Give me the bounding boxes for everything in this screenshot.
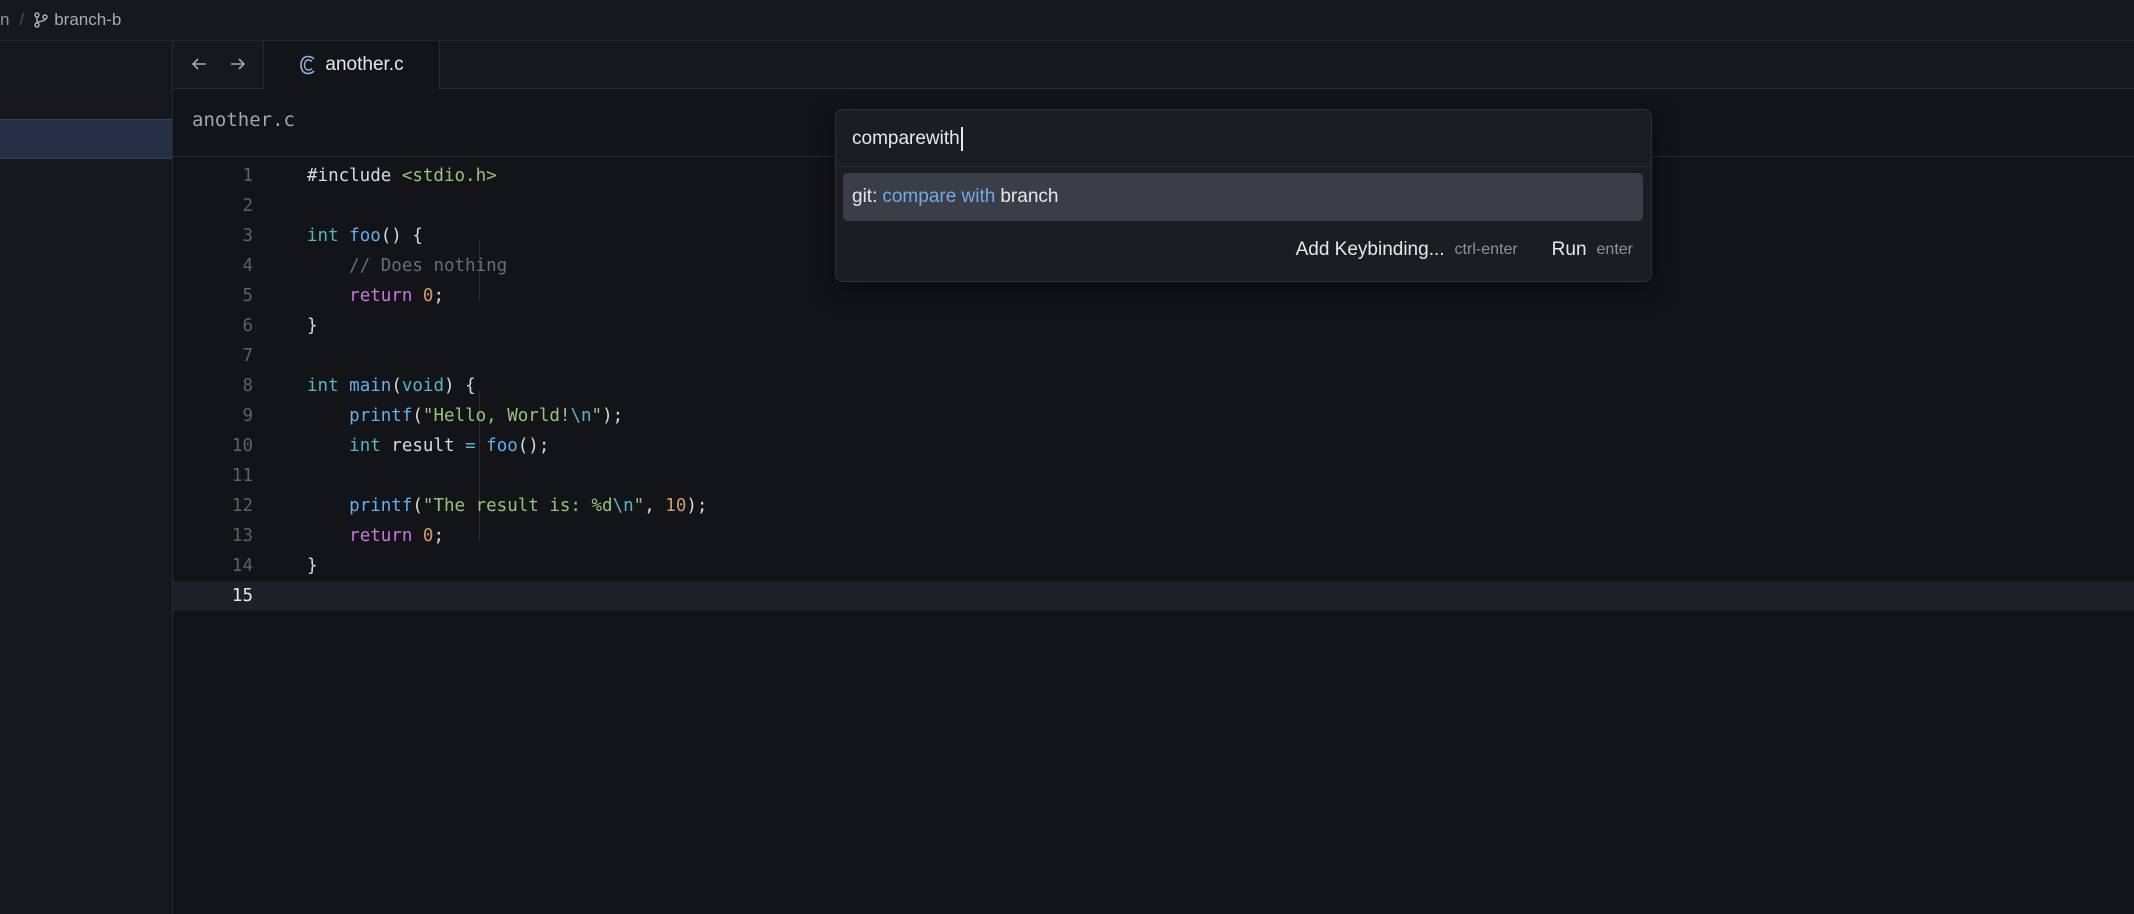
command-palette: comparewith git: compare with branch Add… — [835, 109, 1652, 282]
code-line: 8 int main(void) { — [173, 371, 2134, 401]
palette-result-item[interactable]: git: compare with branch — [843, 173, 1643, 221]
run-button[interactable]: Run — [1552, 239, 1587, 261]
result-suffix: branch — [1000, 186, 1059, 207]
code-line: 7 — [173, 341, 2134, 371]
palette-query-text: comparewith — [852, 128, 960, 149]
result-prefix: git: — [852, 186, 878, 207]
forward-button[interactable] — [225, 51, 251, 77]
code-line-active: 15 — [173, 581, 2134, 611]
code-text: } — [307, 556, 318, 576]
back-button[interactable] — [186, 51, 212, 77]
palette-input[interactable]: comparewith — [852, 124, 963, 154]
code-text: } — [307, 316, 318, 336]
git-branch-icon — [34, 12, 48, 28]
code-text: int main(void) { — [307, 376, 476, 396]
selected-entry[interactable] — [0, 119, 172, 159]
tab-another-c[interactable]: another.c — [263, 41, 440, 89]
project-name[interactable]: n — [0, 10, 9, 30]
result-match-highlight: compare with — [882, 186, 996, 207]
run-shortcut: enter — [1596, 241, 1633, 258]
line-number: 4 — [242, 256, 253, 276]
code-text: return 0; — [349, 526, 445, 546]
code-text: printf("Hello, World!\n"); — [349, 406, 624, 426]
arrow-right-icon — [231, 58, 246, 70]
line-number: 11 — [231, 466, 253, 486]
code-text: // Does nothing — [349, 256, 508, 276]
breadcrumb-separator: / — [19, 10, 25, 29]
line-number: 1 — [242, 166, 253, 186]
tab-bar: another.c — [173, 41, 2134, 89]
breadcrumb-file[interactable]: another.c — [192, 109, 295, 131]
text-caret — [960, 127, 963, 151]
line-number: 12 — [231, 496, 253, 516]
c-language-icon — [300, 55, 315, 75]
code-text: printf("The result is: %d\n", 10); — [349, 496, 708, 516]
tab-label: another.c — [325, 54, 404, 75]
line-number: 7 — [242, 346, 253, 366]
title-bar: n / branch-b — [0, 0, 2134, 41]
code-line: 13 return 0; — [173, 521, 2134, 551]
code-text: int foo() { — [307, 226, 423, 246]
project-panel — [0, 41, 173, 914]
code-line: 5 return 0; — [173, 281, 2134, 311]
palette-footer: Add Keybinding... ctrl-enter Run enter — [1296, 239, 1633, 261]
code-text: return 0; — [349, 286, 445, 306]
line-number: 10 — [231, 436, 253, 456]
code-line: 9 printf("Hello, World!\n"); — [173, 401, 2134, 431]
code-line: 11 — [173, 461, 2134, 491]
line-number: 8 — [242, 376, 253, 396]
code-text: int result = foo(); — [349, 436, 550, 456]
code-line: 6 } — [173, 311, 2134, 341]
line-number: 3 — [242, 226, 253, 246]
line-number: 13 — [231, 526, 253, 546]
line-number: 15 — [231, 586, 253, 606]
line-number: 6 — [242, 316, 253, 336]
branch-name: branch-b — [54, 10, 122, 29]
line-number: 9 — [242, 406, 253, 426]
line-number: 5 — [242, 286, 253, 306]
code-line: 14 } — [173, 551, 2134, 581]
code-text: #include <stdio.h> — [307, 166, 497, 186]
palette-divider — [836, 166, 1651, 167]
branch-selector[interactable]: branch-b — [34, 10, 121, 30]
add-keybinding-shortcut: ctrl-enter — [1454, 241, 1518, 258]
arrow-left-icon — [191, 58, 206, 70]
code-line: 12 printf("The result is: %d\n", 10); — [173, 491, 2134, 521]
line-number: 14 — [231, 556, 253, 576]
add-keybinding-button[interactable]: Add Keybinding... — [1296, 239, 1445, 261]
code-line: 10 int result = foo(); — [173, 431, 2134, 461]
line-number: 2 — [242, 196, 253, 216]
